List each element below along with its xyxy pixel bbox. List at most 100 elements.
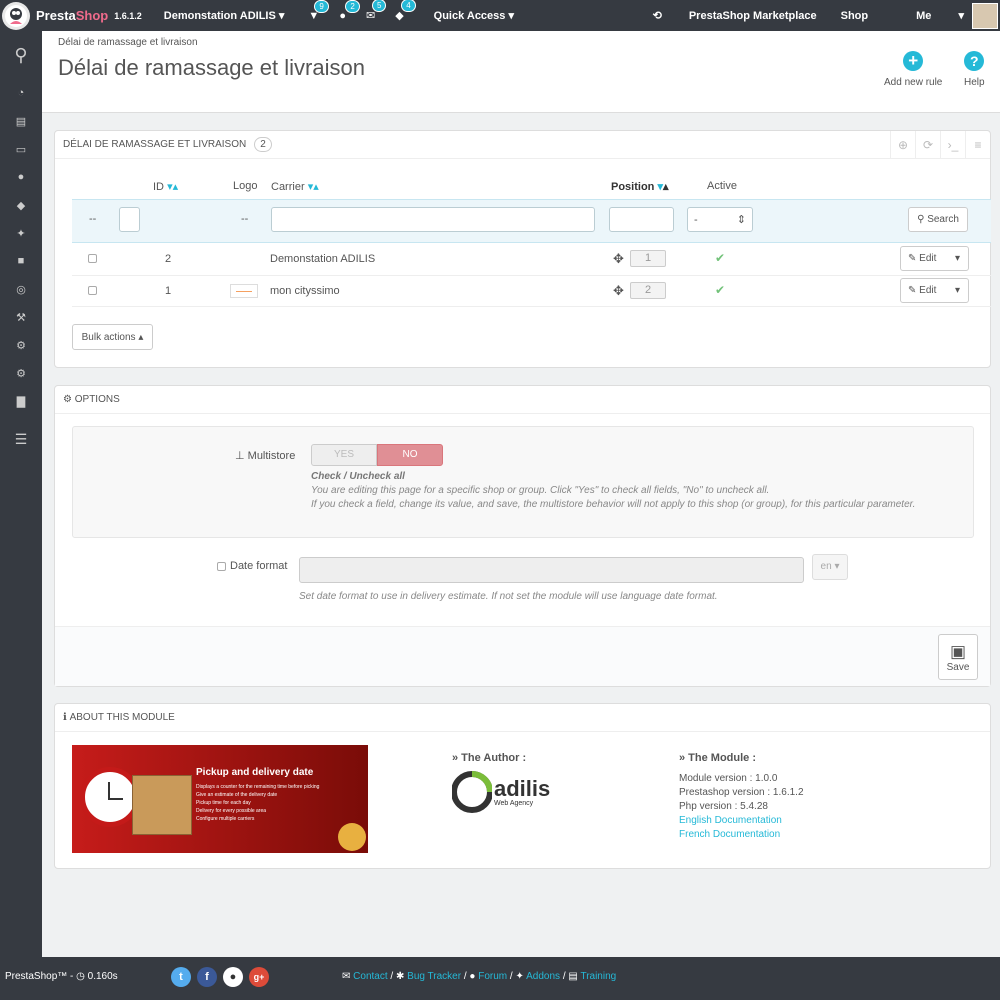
drag-handle-icon[interactable]: ✥ <box>613 251 624 267</box>
cog-icon[interactable]: ⚙ <box>0 359 42 387</box>
notification-trophy[interactable]: ◆ 4 <box>395 0 416 22</box>
position-value: 2 <box>630 282 666 299</box>
sort-icon[interactable]: ▾▴ <box>308 181 319 193</box>
filter-id-input[interactable] <box>119 207 140 232</box>
notification-badge: 5 <box>371 0 387 12</box>
notification-badge: 2 <box>345 0 360 13</box>
caret-up-icon: ▴ <box>138 331 144 343</box>
database-icon[interactable]: ≡ <box>965 131 990 159</box>
filter-carrier-input[interactable] <box>271 207 595 232</box>
github-icon[interactable]: ● <box>223 967 243 987</box>
check-icon[interactable]: ✔ <box>715 251 725 265</box>
date-format-multistore-checkbox[interactable] <box>217 562 226 571</box>
floppy-disk-icon: ▣ <box>949 641 967 661</box>
prestashop-logo[interactable] <box>2 2 30 30</box>
page-title: Délai de ramassage et livraison <box>58 55 365 80</box>
orders-icon[interactable]: ▤ <box>0 107 42 135</box>
save-button[interactable]: ▣ Save <box>938 634 978 680</box>
addons-link[interactable]: Addons <box>526 971 560 982</box>
panel-heading: Délai de ramassage et livraison 2 <box>55 131 990 159</box>
notification-cart[interactable]: ▼ 9 <box>308 0 329 22</box>
multistore-help-1: You are editing this page for a specific… <box>311 485 770 496</box>
tag-icon[interactable]: ◆ <box>0 191 42 219</box>
card-icon[interactable]: ▭ <box>0 135 42 163</box>
me-menu[interactable]: Me ▾ <box>892 9 964 22</box>
multistore-yes-toggle[interactable]: YES <box>311 444 377 466</box>
search-button[interactable]: ⚲ Search <box>908 207 968 232</box>
contact-link[interactable]: Contact <box>353 971 387 982</box>
banner-title: Pickup and delivery date <box>196 767 314 778</box>
shop-link[interactable]: Shop <box>841 10 869 22</box>
twitter-icon[interactable]: t <box>171 967 191 987</box>
bug-icon: ✱ <box>395 971 405 982</box>
filter-position-input[interactable] <box>609 207 674 232</box>
multistore-help-2: If you check a field, change its value, … <box>311 499 916 510</box>
drag-handle-icon[interactable]: ✥ <box>613 283 624 299</box>
notification-customers[interactable]: ● 2 <box>339 0 360 22</box>
row-checkbox[interactable] <box>88 286 97 295</box>
edit-button[interactable]: ✎ Edit ▾ <box>900 278 969 303</box>
row-divider <box>72 306 991 307</box>
bulk-actions-button[interactable]: Bulk actions ▴ <box>72 324 153 350</box>
english-documentation-link[interactable]: English Documentation <box>679 815 782 826</box>
column-id[interactable]: ID ▾▴ <box>153 180 178 193</box>
notification-messages[interactable]: ✉ 5 <box>366 0 387 22</box>
truck-icon[interactable]: ■ <box>0 247 42 275</box>
column-carrier[interactable]: Carrier ▾▴ <box>271 180 319 193</box>
notification-badge: 9 <box>314 0 329 13</box>
banner-features: Displays a counter for the remaining tim… <box>196 784 320 822</box>
multistore-no-toggle[interactable]: NO <box>377 444 443 466</box>
trophy-icon: ◆ <box>395 10 404 22</box>
search-icon[interactable]: ⚲ <box>0 31 42 79</box>
envelope-icon: ✉ <box>342 971 351 982</box>
marketplace-link[interactable]: ⟲ PrestaShop Marketplace <box>629 9 817 22</box>
row-divider <box>72 275 991 276</box>
row-checkbox[interactable] <box>88 254 97 263</box>
quick-access-menu[interactable]: Quick Access ▾ <box>434 9 514 22</box>
puzzle-icon[interactable]: ✦ <box>0 219 42 247</box>
caret-down-icon[interactable]: ▾ <box>955 285 960 296</box>
panel-title: About this module <box>69 712 175 723</box>
dashboard-icon[interactable]: ◔ <box>0 79 42 107</box>
google-plus-icon[interactable]: g+ <box>249 967 269 987</box>
plus-circle-icon: + <box>903 51 924 71</box>
footer-links: ✉ Contact / ✱ Bug Tracker / ● Forum / ✦ … <box>342 971 617 982</box>
column-position[interactable]: Position ▾▴ <box>611 180 669 193</box>
page-header: Délai de ramassage et livraison Délai de… <box>42 31 1000 113</box>
refresh-icon[interactable]: ⟳ <box>915 131 940 159</box>
breadcrumb[interactable]: Délai de ramassage et livraison <box>58 37 198 48</box>
forum-link[interactable]: Forum <box>478 971 507 982</box>
avatar[interactable] <box>972 2 998 29</box>
filter-placeholder: -- <box>89 213 97 225</box>
boxes-image <box>132 775 192 835</box>
filter-active-select[interactable]: - ⇕ <box>687 207 753 232</box>
facebook-icon[interactable]: f <box>197 967 217 987</box>
cogs-icon: ⚙ <box>63 394 72 405</box>
shop-selector[interactable]: Demonstation ADILIS ▾ <box>164 9 285 22</box>
date-format-input[interactable] <box>299 557 804 583</box>
filter-placeholder: -- <box>241 213 249 225</box>
french-documentation-link[interactable]: French Documentation <box>679 829 780 840</box>
edit-button[interactable]: ✎ Edit ▾ <box>900 246 969 271</box>
add-icon[interactable]: ⊕ <box>890 131 915 159</box>
caret-down-icon[interactable]: ▾ <box>955 253 960 264</box>
position-value: 1 <box>630 250 666 267</box>
cogs-icon[interactable]: ⚙ <box>0 331 42 359</box>
menu-icon[interactable]: ☰ <box>0 425 42 453</box>
add-new-rule-button[interactable]: + Add new rule <box>884 51 942 88</box>
sort-icon[interactable]: ▾▴ <box>167 181 178 193</box>
training-link[interactable]: Training <box>580 971 616 982</box>
globe-icon[interactable]: ◎ <box>0 275 42 303</box>
wrench-icon[interactable]: ⚒ <box>0 303 42 331</box>
row-id: 1 <box>165 285 172 297</box>
bug-tracker-link[interactable]: Bug Tracker <box>407 971 461 982</box>
caret-down-icon: ▾ <box>958 10 964 22</box>
help-button[interactable]: ? Help <box>964 51 985 88</box>
customers-icon[interactable]: ● <box>0 163 42 191</box>
sql-icon[interactable]: ›_ <box>940 131 965 159</box>
row-carrier: Demonstation ADILIS <box>270 253 376 265</box>
language-selector[interactable]: en ▾ <box>812 554 848 580</box>
check-icon[interactable]: ✔ <box>715 283 725 297</box>
stats-icon[interactable]: ▇ <box>0 387 42 415</box>
pencil-icon: ✎ <box>908 253 917 264</box>
